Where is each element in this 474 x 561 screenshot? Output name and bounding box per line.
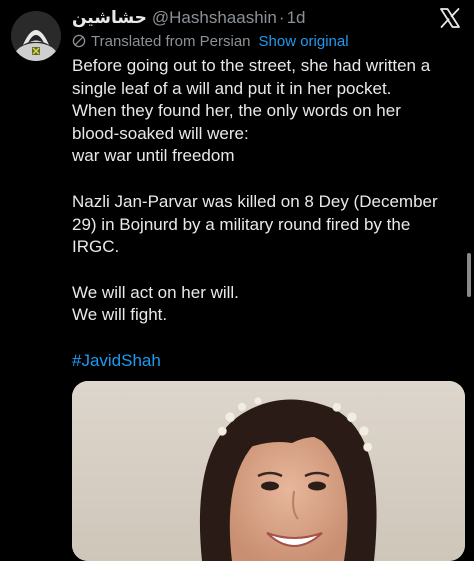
text-line: blood-soaked will were: bbox=[72, 123, 249, 143]
display-name[interactable]: حشاشین bbox=[72, 8, 147, 28]
photo-image bbox=[72, 381, 465, 561]
paragraph-killed: Nazli Jan-Parvar was killed on 8 Dey (De… bbox=[72, 191, 464, 259]
tweet-photo[interactable] bbox=[72, 381, 465, 561]
paragraph-fight: We will act on her will. We will fight. bbox=[72, 282, 464, 327]
translate-icon bbox=[72, 34, 86, 48]
text-line: When they found her, the only words on h… bbox=[72, 101, 401, 121]
scrollbar-thumb[interactable] bbox=[467, 253, 471, 297]
text-line: Before going out to the street, she had … bbox=[72, 56, 431, 75]
text-line: 29) in Bojnurd by a military round fired… bbox=[72, 214, 411, 234]
tweet-header: حشاشین @Hashshaashin · 1d bbox=[72, 6, 305, 30]
user-handle[interactable]: @Hashshaashin bbox=[152, 8, 277, 28]
tweet-text: Before going out to the street, she had … bbox=[72, 55, 464, 373]
text-line: We will act on her will. bbox=[72, 282, 239, 302]
avatar[interactable] bbox=[11, 11, 61, 61]
translated-label: Translated from Persian bbox=[91, 32, 251, 50]
x-logo-icon[interactable] bbox=[439, 7, 461, 29]
text-line: IRGC. bbox=[72, 237, 120, 257]
text-line: single leaf of a will and put it in her … bbox=[72, 78, 392, 98]
hashtag-link[interactable]: #JavidShah bbox=[72, 351, 161, 370]
translation-notice: Translated from Persian Show original bbox=[72, 31, 349, 51]
separator-dot: · bbox=[278, 8, 285, 27]
paragraph-will: Before going out to the street, she had … bbox=[72, 55, 464, 168]
timestamp[interactable]: 1d bbox=[287, 8, 306, 28]
show-original-link[interactable]: Show original bbox=[259, 33, 349, 50]
text-line: We will fight. bbox=[72, 305, 168, 325]
assassin-hood-avatar-icon bbox=[11, 11, 61, 61]
text-line: Nazli Jan-Parvar was killed on 8 Dey (De… bbox=[72, 191, 438, 211]
text-line: war war until freedom bbox=[72, 146, 235, 166]
